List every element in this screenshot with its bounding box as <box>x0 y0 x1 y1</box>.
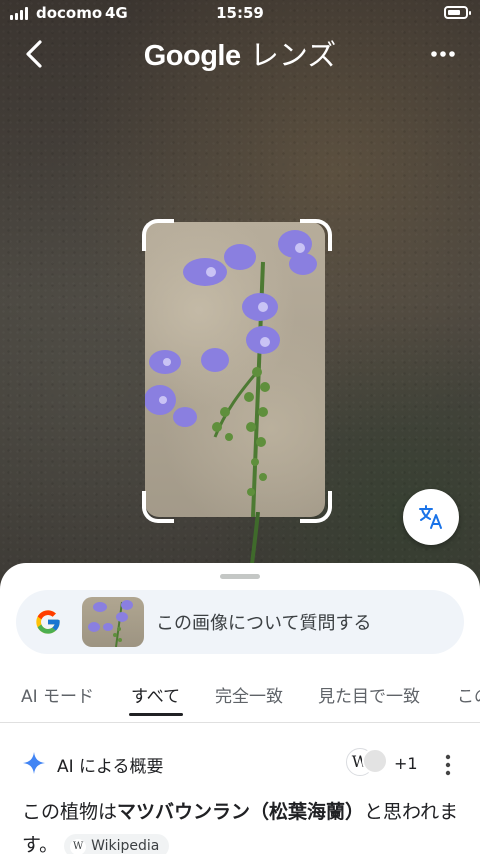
tab-ai-mode[interactable]: AI モード <box>21 682 94 707</box>
crop-handle-top-right[interactable] <box>300 219 332 251</box>
flower-thumbnail-image <box>88 600 133 647</box>
wikipedia-source-chip[interactable]: W Wikipedia <box>64 833 170 854</box>
translate-icon <box>419 505 442 529</box>
more-horizontal-icon <box>431 51 455 57</box>
plant-name: マツバウンラン（松葉海蘭） <box>117 801 365 823</box>
results-sheet: この画像について質問する AI モード すべて 完全一致 見た目で一致 この A… <box>0 563 480 854</box>
selected-image-region[interactable] <box>145 222 325 517</box>
ai-overview-title: AI による概要 <box>57 757 164 777</box>
source-icons[interactable]: W <box>346 748 392 776</box>
crop-handle-bottom-left[interactable] <box>142 491 174 523</box>
source-avatar-icon <box>362 748 388 774</box>
crop-handle-bottom-right[interactable] <box>300 491 332 523</box>
sheet-drag-handle[interactable] <box>220 574 260 579</box>
ai-sparkle-icon <box>23 752 45 774</box>
tab-all[interactable]: すべて <box>131 682 180 707</box>
more-sources-count[interactable]: +1 <box>394 754 418 773</box>
query-image-thumbnail <box>82 597 144 647</box>
more-options-button[interactable] <box>428 40 458 68</box>
tab-visual-match[interactable]: 見た目で一致 <box>318 682 420 707</box>
top-bar: Google レンズ <box>0 30 480 80</box>
translate-button[interactable] <box>403 489 459 545</box>
status-time: 15:59 <box>216 4 264 22</box>
flower-image <box>145 230 317 517</box>
google-g-icon <box>36 610 60 634</box>
ai-overview-text: この植物はマツバウンラン（松葉海蘭）と思われます。 W Wikipedia <box>22 796 462 854</box>
ask-about-image-bar[interactable]: この画像について質問する <box>16 590 464 654</box>
ai-overview-header: AI による概要 W +1 <box>0 738 480 778</box>
lens-screen: docomo 4G 15:59 Google レンズ この画像について質問する … <box>0 0 480 854</box>
google-wordmark: Google <box>143 40 241 72</box>
ask-prompt-text: この画像について質問する <box>156 613 372 634</box>
active-tab-indicator <box>129 713 183 716</box>
battery-icon <box>444 6 471 19</box>
more-vertical-icon[interactable] <box>438 752 458 778</box>
tab-more[interactable]: この <box>457 682 480 707</box>
wikipedia-icon: W <box>70 838 87 854</box>
page-title: Google レンズ <box>0 32 480 74</box>
tab-exact-match[interactable]: 完全一致 <box>215 682 283 707</box>
result-tabs: AI モード すべて 完全一致 見た目で一致 この <box>0 666 480 723</box>
overview-prefix: この植物は <box>22 801 118 823</box>
lens-title-suffix: レンズ <box>240 38 337 72</box>
status-bar: docomo 4G 15:59 <box>0 0 480 28</box>
crop-handle-top-left[interactable] <box>142 219 174 251</box>
wikipedia-chip-label: Wikipedia <box>91 837 160 854</box>
flower-stem <box>250 512 260 564</box>
